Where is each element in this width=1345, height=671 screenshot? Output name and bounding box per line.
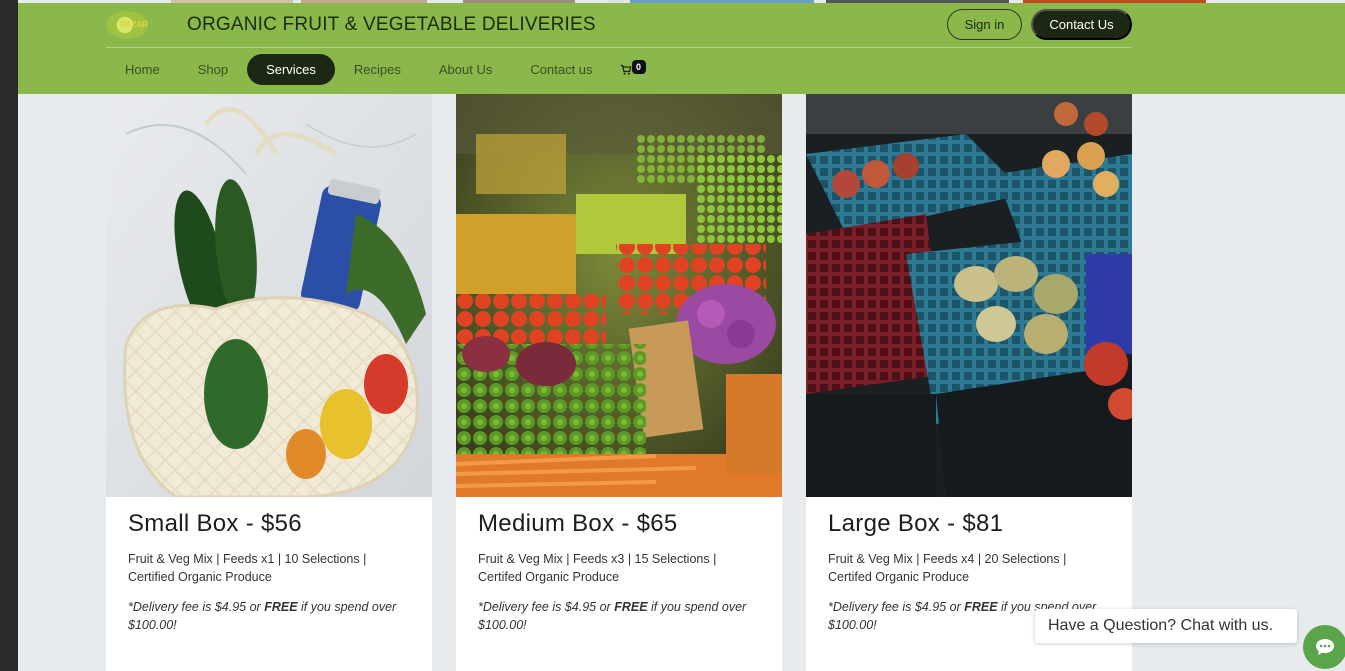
product-card-small-box[interactable]: Small Box - $56 Fruit & Veg Mix | Feeds … bbox=[106, 94, 432, 671]
nav-item-services[interactable]: Services bbox=[247, 54, 335, 85]
cart-button[interactable]: 0 bbox=[620, 54, 650, 85]
nav-item-contact-us[interactable]: Contact us bbox=[511, 54, 611, 85]
card-title: Small Box - $56 bbox=[128, 510, 302, 537]
medium-box-image bbox=[456, 94, 782, 497]
product-card-medium-box[interactable]: Medium Box - $65 Fruit & Veg Mix | Feeds… bbox=[456, 94, 782, 671]
logo-text: BAZAR bbox=[120, 20, 148, 29]
cart-count-badge: 0 bbox=[631, 60, 646, 74]
card-description: Fruit & Veg Mix | Feeds x1 | 10 Selectio… bbox=[128, 552, 367, 584]
main-nav: Home Shop Services Recipes About Us Cont… bbox=[106, 54, 650, 85]
cart-icon bbox=[620, 64, 632, 75]
logo[interactable]: BAZAR bbox=[106, 11, 148, 39]
card-delivery-note: *Delivery fee is $4.95 or FREE if you sp… bbox=[128, 600, 397, 632]
sign-in-button[interactable]: Sign in bbox=[947, 9, 1022, 40]
card-description: Fruit & Veg Mix | Feeds x3 | 15 Selectio… bbox=[478, 552, 717, 584]
page: BAZAR ORGANIC FRUIT & VEGETABLE DELIVERI… bbox=[18, 0, 1345, 671]
site-header: BAZAR ORGANIC FRUIT & VEGETABLE DELIVERI… bbox=[18, 3, 1345, 94]
chat-prompt[interactable]: Have a Question? Chat with us. bbox=[1035, 609, 1297, 643]
card-description: Fruit & Veg Mix | Feeds x4 | 20 Selectio… bbox=[828, 552, 1067, 584]
nav-item-shop[interactable]: Shop bbox=[179, 54, 247, 85]
card-title: Large Box - $81 bbox=[828, 510, 1004, 537]
chat-button[interactable] bbox=[1303, 625, 1345, 669]
contact-us-button[interactable]: Contact Us bbox=[1031, 9, 1132, 40]
large-box-image bbox=[806, 94, 1132, 497]
card-title: Medium Box - $65 bbox=[478, 510, 678, 537]
header-divider bbox=[106, 47, 1132, 48]
product-card-large-box[interactable]: Large Box - $81 Fruit & Veg Mix | Feeds … bbox=[806, 94, 1132, 671]
card-delivery-note: *Delivery fee is $4.95 or FREE if you sp… bbox=[478, 600, 747, 632]
nav-item-recipes[interactable]: Recipes bbox=[335, 54, 420, 85]
chat-icon bbox=[1316, 639, 1334, 655]
small-box-image bbox=[106, 94, 432, 497]
site-title: ORGANIC FRUIT & VEGETABLE DELIVERIES bbox=[187, 14, 596, 35]
nav-item-home[interactable]: Home bbox=[106, 54, 179, 85]
nav-item-about-us[interactable]: About Us bbox=[420, 54, 511, 85]
